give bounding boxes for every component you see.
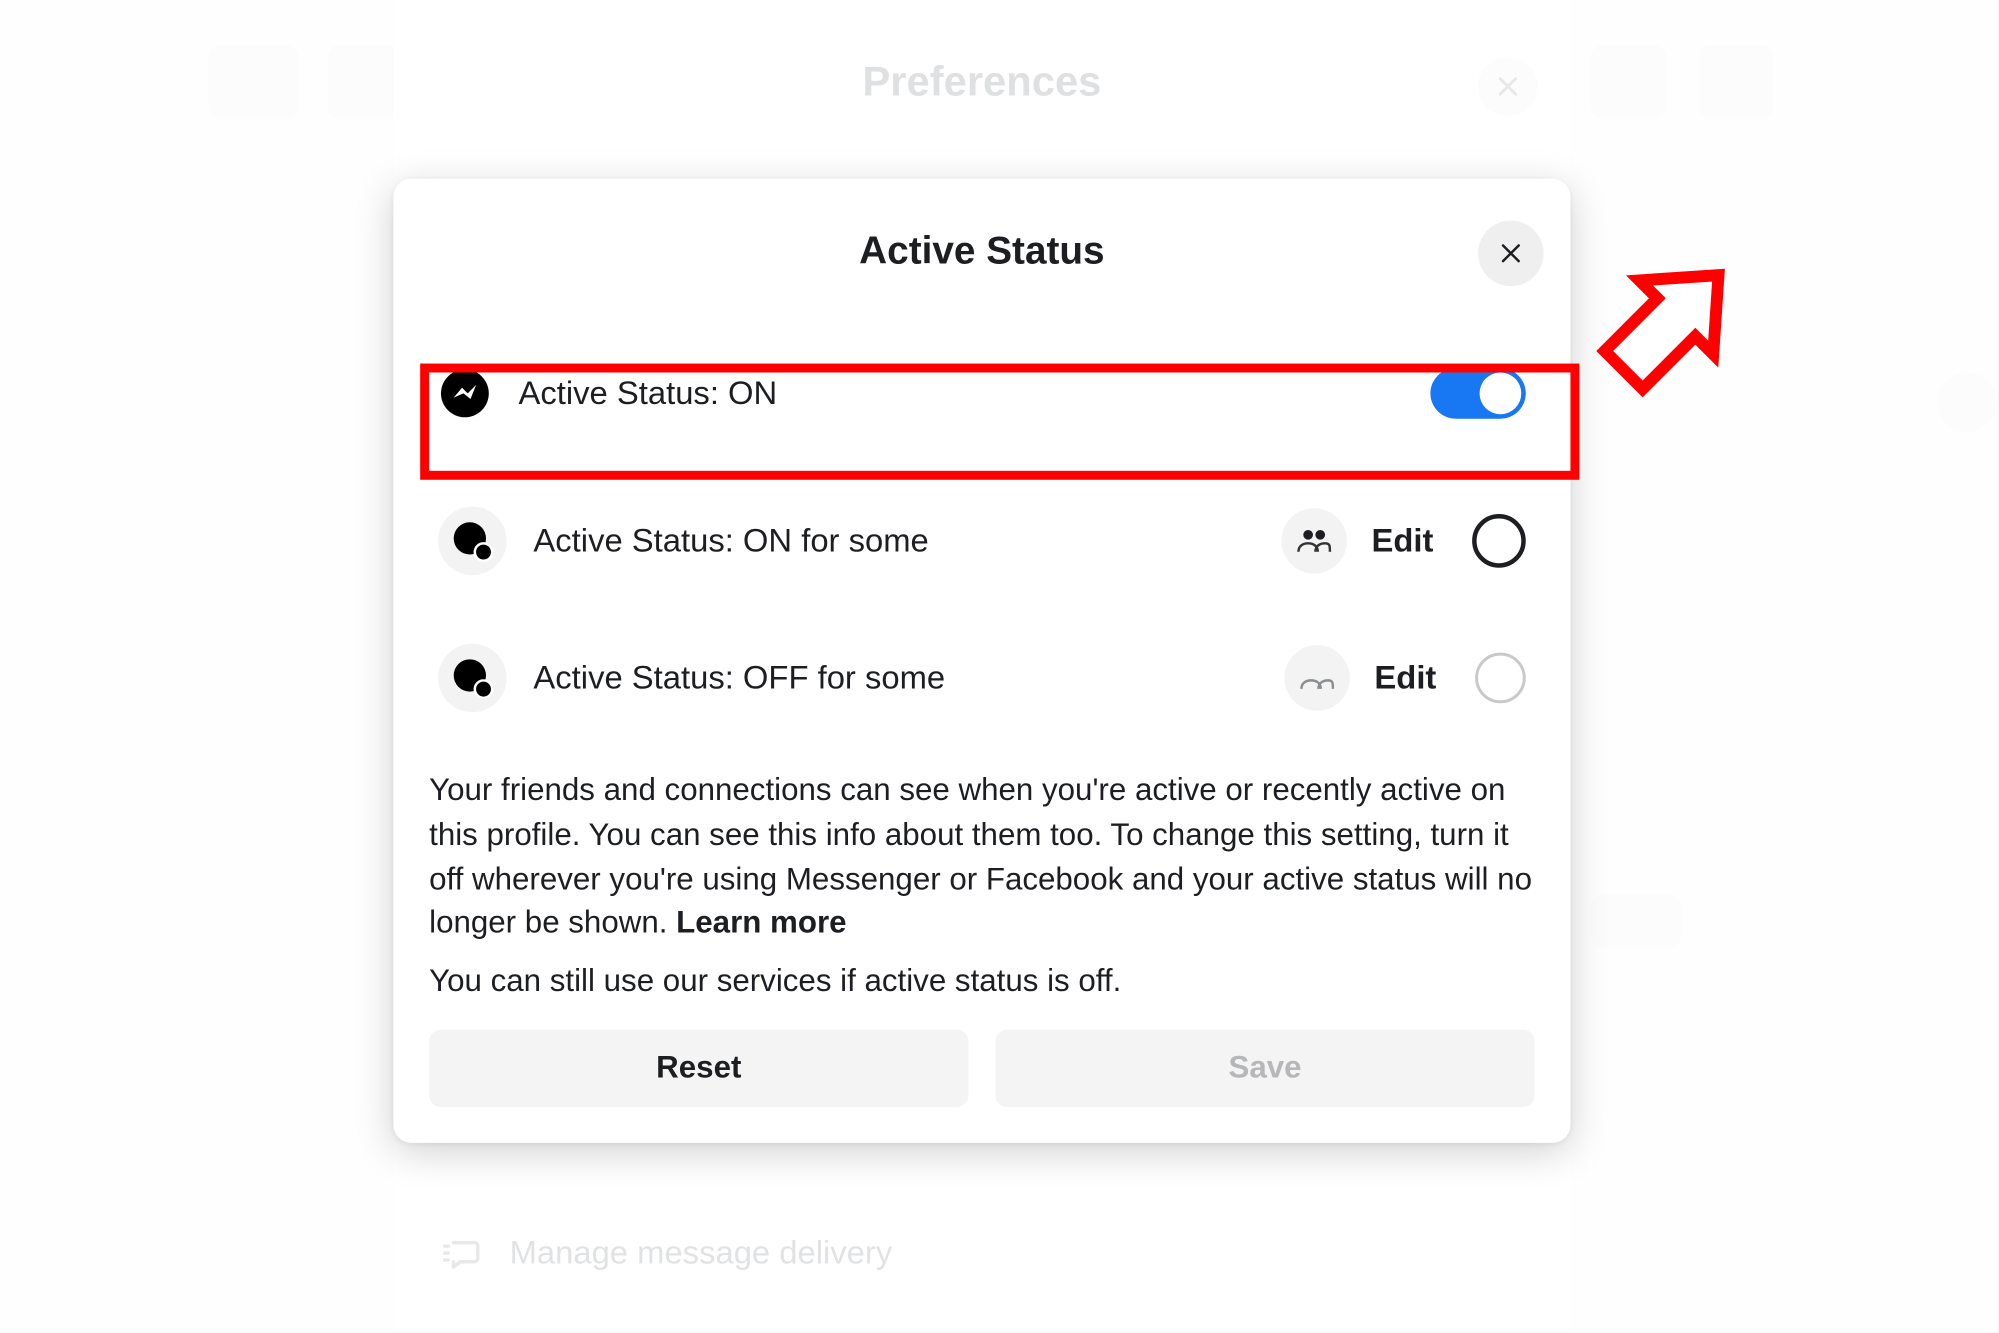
active-status-off-some-row[interactable]: Active Status: OFF for some Edit (393, 623, 1570, 733)
modal-close-button[interactable] (1478, 221, 1544, 287)
modal-title: Active Status (859, 227, 1104, 273)
messenger-badge-icon (438, 644, 507, 713)
preferences-title: Preferences (862, 58, 1101, 106)
save-button[interactable]: Save (995, 1030, 1534, 1107)
on-some-radio[interactable] (1472, 514, 1526, 568)
reset-button[interactable]: Reset (429, 1030, 968, 1107)
people-icon (1282, 508, 1348, 574)
active-status-description-2: You can still use our services if active… (393, 952, 1570, 1027)
active-status-description: Your friends and connections can see whe… (393, 760, 1570, 953)
people-icon (1285, 645, 1351, 711)
active-status-toggle[interactable] (1430, 368, 1525, 419)
learn-more-link[interactable]: Learn more (676, 907, 846, 941)
active-status-on-some-row[interactable]: Active Status: ON for some Edit (393, 486, 1570, 596)
active-status-off-some-label: Active Status: OFF for some (533, 659, 1258, 698)
active-status-on-some-label: Active Status: ON for some (533, 522, 1255, 561)
active-status-on-row[interactable]: Active Status: ON (393, 334, 1570, 453)
messenger-icon (438, 367, 492, 421)
preferences-close-button[interactable] (1478, 57, 1538, 117)
manage-message-delivery-label: Manage message delivery (510, 1234, 893, 1273)
active-status-on-label: Active Status: ON (519, 374, 1404, 413)
messenger-badge-icon (438, 507, 507, 576)
edit-on-some-button[interactable]: Edit (1371, 522, 1433, 561)
off-some-radio[interactable] (1475, 653, 1526, 704)
manage-message-delivery-row[interactable]: Manage message delivery (438, 1231, 892, 1276)
active-status-modal: Active Status Active Status: ON (393, 179, 1570, 1143)
edit-off-some-button[interactable]: Edit (1374, 659, 1436, 698)
close-icon (1497, 240, 1524, 267)
message-delivery-icon (438, 1231, 483, 1276)
close-icon (1494, 73, 1521, 100)
